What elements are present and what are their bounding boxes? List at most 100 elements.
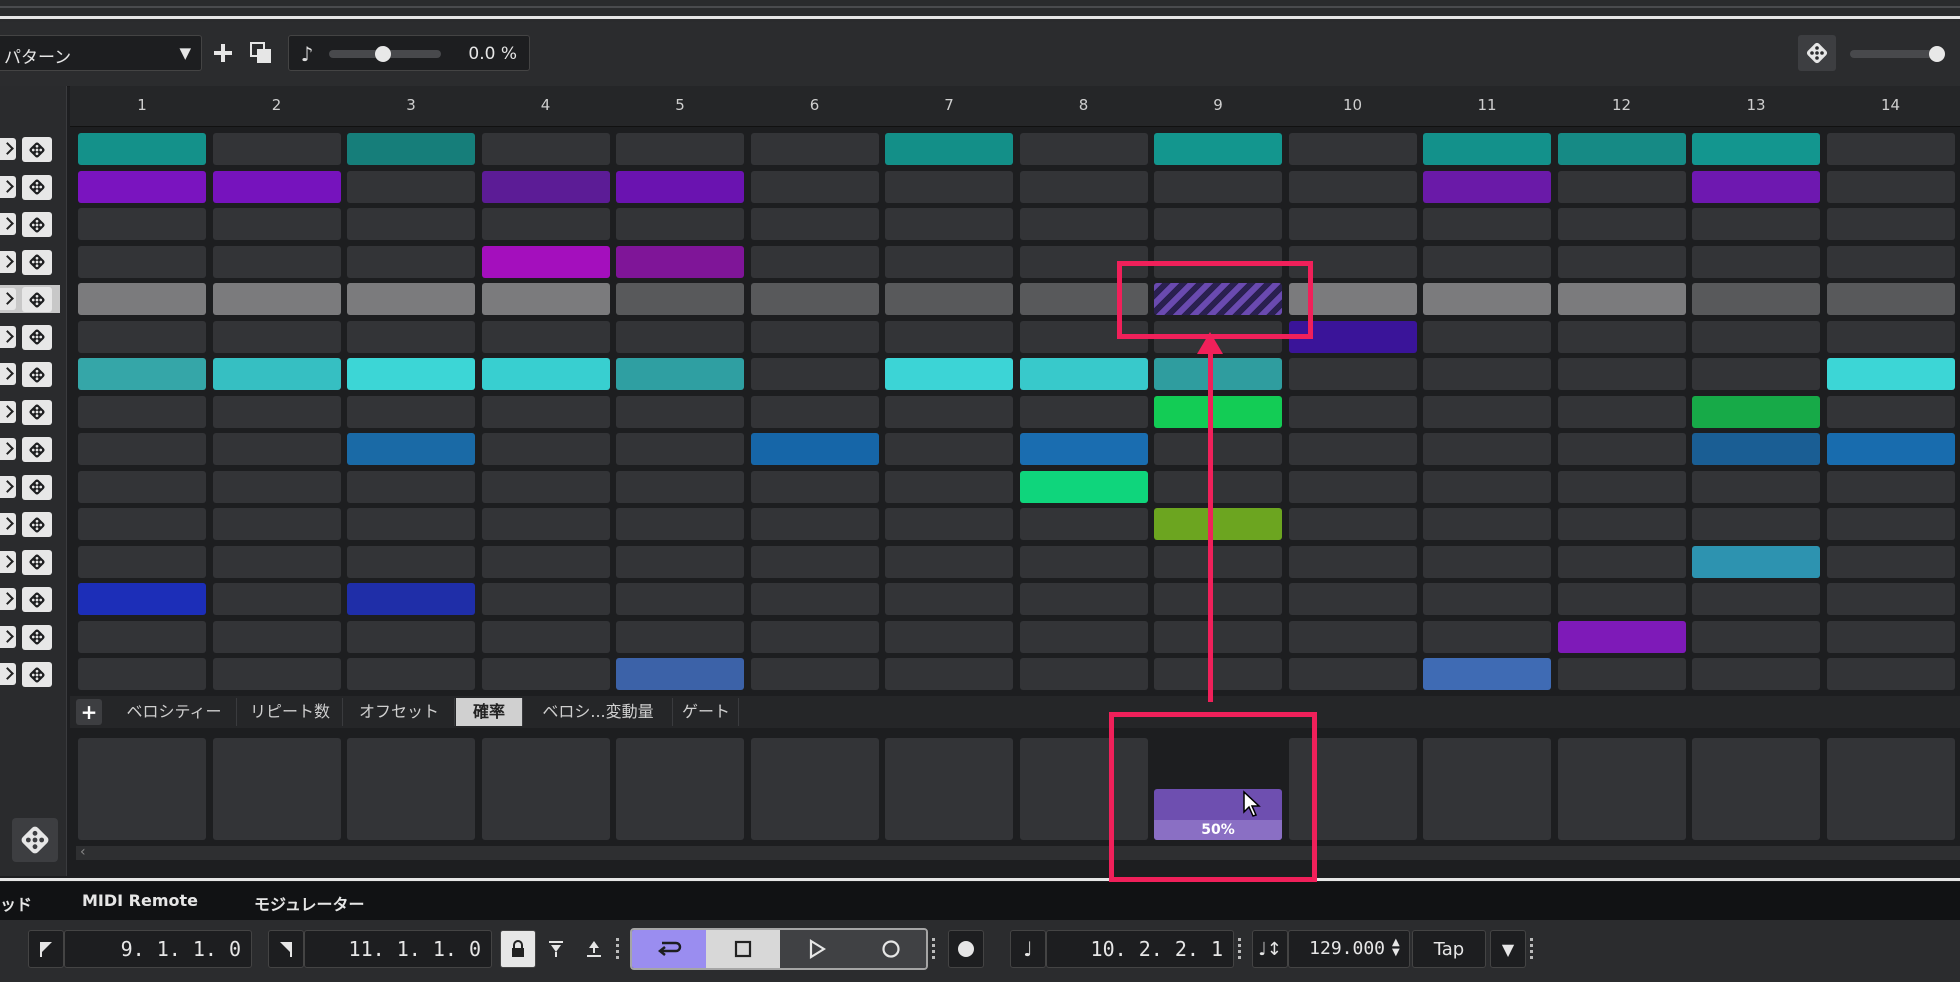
step-cell[interactable] (1826, 133, 1955, 165)
right-locator-button[interactable] (268, 930, 304, 968)
row-randomize-button[interactable] (22, 587, 52, 612)
row-play-icon[interactable] (0, 138, 16, 160)
step-cell[interactable] (1288, 545, 1417, 578)
step-cell[interactable] (212, 620, 341, 653)
step-cell[interactable] (212, 395, 341, 428)
step-cell-active[interactable] (481, 358, 610, 390)
step-cell-active[interactable] (347, 358, 475, 390)
lane-value-cell[interactable] (885, 738, 1013, 840)
pattern-selector[interactable]: パターン ▼ (0, 35, 202, 71)
step-cell[interactable] (1019, 620, 1148, 653)
step-cell-active[interactable] (1423, 658, 1551, 690)
step-cell[interactable] (616, 583, 744, 615)
step-cell[interactable] (750, 620, 879, 653)
step-cell-active[interactable] (885, 283, 1013, 315)
row-randomize-button[interactable] (22, 549, 52, 575)
row-randomize-button[interactable] (22, 437, 52, 462)
step-cell-active[interactable] (78, 358, 206, 390)
position-mode-button[interactable]: ♩ (1010, 930, 1046, 968)
step-cell[interactable] (885, 395, 1013, 428)
step-cell[interactable] (212, 508, 341, 540)
step-cell[interactable] (1692, 245, 1820, 278)
row-play-icon[interactable] (0, 325, 16, 348)
step-cell[interactable] (1826, 245, 1955, 278)
step-cell[interactable] (1288, 658, 1417, 690)
lane-value-cell[interactable] (1692, 738, 1820, 840)
step-cell[interactable] (481, 208, 610, 240)
add-pattern-button[interactable] (206, 35, 240, 71)
step-cell[interactable] (481, 545, 610, 578)
stop-button[interactable] (706, 930, 780, 968)
step-cell[interactable] (212, 583, 341, 615)
step-cell[interactable] (1288, 620, 1417, 653)
step-cell[interactable] (1826, 583, 1955, 615)
step-cell[interactable] (1423, 470, 1551, 503)
step-cell[interactable] (885, 245, 1013, 278)
step-cell[interactable] (1692, 658, 1820, 690)
lane-value-cell[interactable] (1826, 738, 1955, 840)
step-cell[interactable] (481, 583, 610, 615)
step-cell-active[interactable] (616, 170, 744, 203)
row-play-icon[interactable] (0, 400, 16, 423)
step-cell-active[interactable] (616, 658, 744, 690)
step-cell-active[interactable] (1019, 358, 1148, 390)
step-cell[interactable] (1423, 358, 1551, 390)
row-randomize-button[interactable] (22, 249, 52, 275)
step-cell[interactable] (347, 620, 475, 653)
step-cell[interactable] (1019, 658, 1148, 690)
record-button[interactable] (854, 930, 926, 968)
step-cell[interactable] (885, 208, 1013, 240)
step-cell[interactable] (481, 433, 610, 465)
step-cell-active[interactable] (347, 283, 475, 315)
lane-value-cell[interactable] (212, 738, 341, 840)
step-cell[interactable] (78, 395, 206, 428)
step-cell[interactable] (481, 658, 610, 690)
step-cell[interactable] (347, 508, 475, 540)
step-cell[interactable] (1154, 620, 1282, 653)
step-cell[interactable] (1288, 583, 1417, 615)
step-cell[interactable] (750, 395, 879, 428)
step-cell-active[interactable] (1423, 170, 1551, 203)
metronome-button[interactable] (948, 930, 984, 968)
step-cell[interactable] (1288, 508, 1417, 540)
step-cell[interactable] (1557, 545, 1686, 578)
lane-tab[interactable]: 確率 (456, 698, 523, 726)
step-cell[interactable] (1288, 358, 1417, 390)
step-cell[interactable] (1826, 470, 1955, 503)
step-cell-active[interactable] (1826, 358, 1955, 390)
step-cell[interactable] (616, 208, 744, 240)
step-cell[interactable] (1692, 208, 1820, 240)
step-cell[interactable] (1019, 170, 1148, 203)
step-cell[interactable] (1557, 320, 1686, 353)
step-cell[interactable] (1019, 395, 1148, 428)
step-cell[interactable] (750, 208, 879, 240)
step-cell[interactable] (1423, 508, 1551, 540)
step-cell[interactable] (347, 170, 475, 203)
row-play-icon[interactable] (0, 288, 16, 310)
tab-midi-remote[interactable]: MIDI Remote (82, 891, 198, 910)
row-play-icon[interactable] (0, 250, 16, 273)
step-cell[interactable] (1019, 583, 1148, 615)
row-randomize-button[interactable] (22, 212, 52, 237)
step-cell-active[interactable] (1154, 395, 1282, 428)
step-cell[interactable] (78, 470, 206, 503)
step-cell[interactable] (481, 395, 610, 428)
row-randomize-button[interactable] (22, 174, 52, 200)
step-cell[interactable] (1423, 545, 1551, 578)
step-cell[interactable] (1692, 320, 1820, 353)
step-cell[interactable] (885, 545, 1013, 578)
step-cell-active[interactable] (1692, 395, 1820, 428)
step-cell[interactable] (616, 395, 744, 428)
left-locator-button[interactable] (28, 930, 64, 968)
step-cell[interactable] (885, 583, 1013, 615)
step-cell[interactable] (78, 508, 206, 540)
add-lane-button[interactable]: + (76, 699, 102, 725)
lane-value-cell[interactable] (1557, 738, 1686, 840)
row-randomize-button[interactable] (22, 474, 52, 500)
step-cell[interactable] (78, 320, 206, 353)
step-cell[interactable] (1826, 395, 1955, 428)
step-cell[interactable] (481, 320, 610, 353)
step-cell[interactable] (885, 433, 1013, 465)
step-cell[interactable] (78, 245, 206, 278)
row-randomize-button[interactable] (22, 624, 52, 650)
